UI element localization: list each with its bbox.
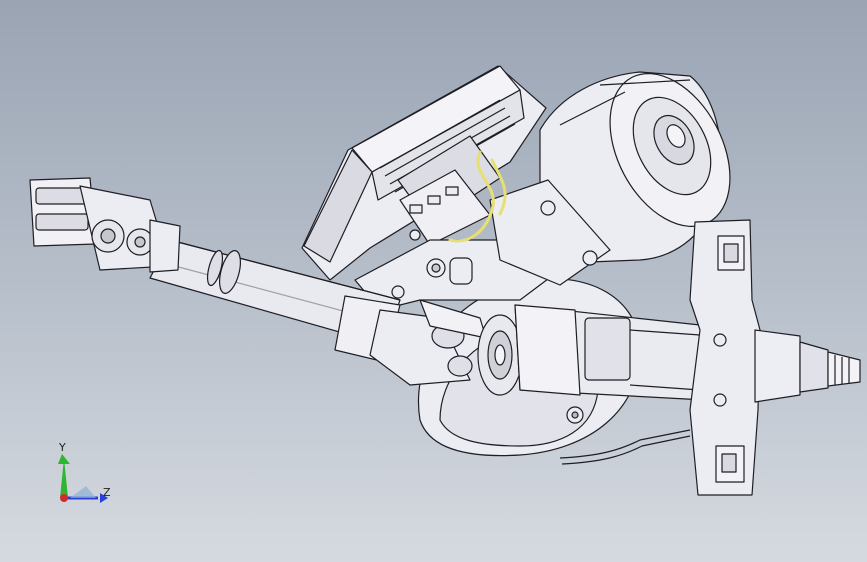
bearing-disc — [477, 314, 523, 396]
axis-triad — [58, 454, 108, 503]
cad-3d-viewport[interactable]: Y Z — [0, 0, 867, 562]
y-axis-label: Y — [59, 441, 66, 454]
z-axis-label: Z — [103, 486, 111, 499]
y-axis-arrowhead — [58, 454, 70, 464]
output-spline-shaft — [754, 329, 861, 403]
upper-steering-shaft — [149, 239, 401, 363]
left-universal-joint — [29, 177, 181, 273]
lower-column-tube — [514, 304, 706, 401]
right-mounting-flange — [689, 219, 761, 496]
x-axis-dot — [60, 494, 68, 502]
steering-column-assembly-model[interactable] — [0, 0, 867, 562]
triad-plane — [70, 486, 96, 498]
